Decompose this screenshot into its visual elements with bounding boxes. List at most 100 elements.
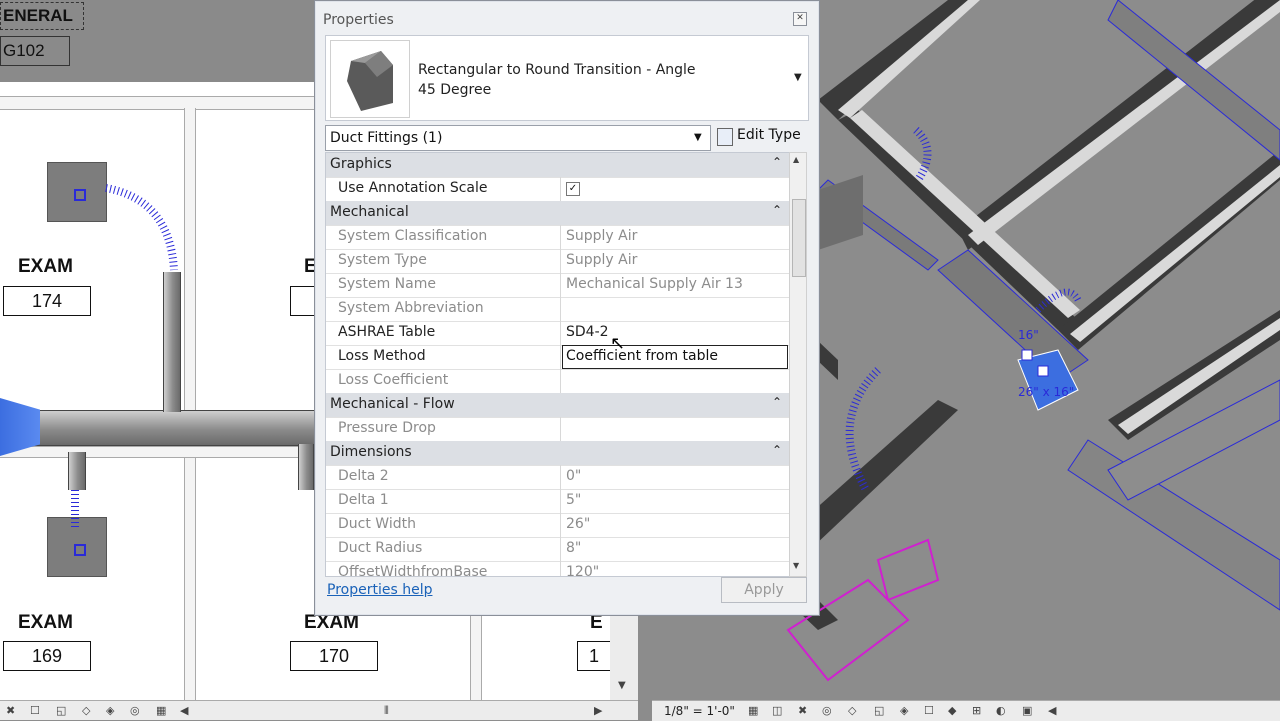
edit-type-button[interactable]: Edit Type — [715, 125, 807, 149]
apply-button[interactable]: Apply — [721, 577, 807, 603]
room-number: 1 — [577, 641, 611, 671]
scroll-thumb[interactable] — [792, 199, 806, 277]
view-control-icon[interactable]: ▣ — [1022, 704, 1032, 717]
palette-title: Properties — [323, 12, 394, 28]
type-preview-image — [330, 40, 410, 118]
type-selector[interactable]: Rectangular to Round Transition - Angle … — [325, 35, 809, 121]
view-control-icon[interactable]: ◈ — [106, 704, 114, 717]
view-control-icon[interactable]: ◱ — [56, 704, 66, 717]
view-control-icon[interactable]: ◈ — [900, 704, 908, 717]
loss-method-field[interactable]: Coefficient from table — [562, 345, 788, 369]
group-label: Graphics — [330, 156, 392, 172]
property-row: Delta 1 5" — [326, 489, 790, 514]
scroll-right-icon[interactable]: ▶ — [594, 704, 602, 717]
property-label: System Classification — [338, 228, 488, 244]
view-control-icon[interactable]: ◐ — [996, 704, 1006, 717]
view-control-icon[interactable]: ◆ — [948, 704, 956, 717]
view-control-icon[interactable]: ⊞ — [972, 704, 981, 717]
property-row[interactable]: ASHRAE Table SD4-2 — [326, 321, 790, 346]
property-label: Delta 2 — [338, 468, 389, 484]
view-control-icon[interactable]: ◎ — [130, 704, 140, 717]
ashrae-table-value[interactable]: SD4-2 — [566, 324, 609, 340]
property-row: Delta 2 0" — [326, 465, 790, 490]
view-control-icon[interactable]: ◇ — [82, 704, 90, 717]
view-control-icon[interactable]: ▦ — [156, 704, 166, 717]
view-control-icon[interactable]: ▦ — [748, 704, 758, 717]
view-control-icon[interactable]: ◇ — [848, 704, 856, 717]
property-value: 26" — [566, 516, 591, 532]
property-row: Duct Width 26" — [326, 513, 790, 538]
branch-duct[interactable] — [298, 444, 314, 490]
property-label: Duct Radius — [338, 540, 423, 556]
edit-type-icon — [717, 128, 733, 146]
collapse-icon[interactable]: ⌃ — [772, 203, 782, 217]
property-row[interactable]: Use Annotation Scale ✓ — [326, 177, 790, 202]
property-value: 0" — [566, 468, 582, 484]
collapse-icon[interactable]: ⌃ — [772, 395, 782, 409]
property-row: Pressure Drop — [326, 417, 790, 442]
view-control-icon[interactable]: ◎ — [822, 704, 832, 717]
group-graphics[interactable]: Graphics ⌃ — [326, 153, 790, 178]
property-label: Delta 1 — [338, 492, 389, 508]
view-control-icon[interactable]: ☐ — [30, 704, 40, 717]
scroll-down-icon[interactable]: ▼ — [793, 561, 799, 570]
branch-duct[interactable] — [163, 272, 181, 412]
duct-size-tag: 26" x 16" — [1018, 385, 1075, 399]
scroll-down-icon[interactable]: ▼ — [618, 680, 626, 691]
plan-view-control-bar: ✖ ☐ ◱ ◇ ◈ ◎ ▦ ◀ ⦀ ▶ — [0, 700, 638, 720]
sheet-title: ENERAL — [3, 6, 73, 25]
property-label: Use Annotation Scale — [338, 180, 488, 196]
type-name: Rectangular to Round Transition - Angle … — [418, 60, 696, 100]
use-annotation-scale-checkbox[interactable]: ✓ — [566, 182, 580, 196]
chevron-down-icon[interactable]: ▼ — [694, 132, 702, 143]
property-row[interactable]: Loss Method Coefficient from table — [326, 345, 790, 370]
group-label: Mechanical — [330, 204, 409, 220]
instance-filter-dropdown[interactable]: Duct Fittings (1) ▼ — [325, 125, 711, 151]
scroll-thumb-icon[interactable]: ⦀ — [384, 704, 389, 718]
property-label: System Abbreviation — [338, 300, 484, 316]
view-control-icon[interactable]: ☐ — [924, 704, 934, 717]
room-number: 169 — [3, 641, 91, 671]
type-variant: 45 Degree — [418, 82, 492, 98]
properties-help-link[interactable]: Properties help — [327, 582, 432, 598]
3d-view-control-bar: 1/8" = 1'-0" ▦ ◫ ✖ ◎ ◇ ◱ ◈ ☐ ◆ ⊞ ◐ ▣ ◀ — [652, 700, 1280, 721]
group-mechanical[interactable]: Mechanical ⌃ — [326, 201, 790, 226]
close-icon[interactable]: ✕ — [793, 12, 807, 26]
property-label: Loss Method — [338, 348, 426, 364]
collapse-icon[interactable]: ⌃ — [772, 443, 782, 457]
property-label: System Type — [338, 252, 427, 268]
mouse-cursor-icon: ↖ — [610, 333, 626, 354]
flex-duct[interactable] — [100, 170, 190, 280]
view-control-icon[interactable]: ◫ — [772, 704, 782, 717]
property-row: Loss Coefficient — [326, 369, 790, 394]
scroll-left-icon[interactable]: ◀ — [180, 704, 188, 717]
room-number: 174 — [3, 286, 91, 316]
view-control-icon[interactable]: ✖ — [798, 704, 807, 717]
branch-duct[interactable] — [68, 452, 86, 490]
main-supply-duct[interactable] — [0, 410, 320, 446]
properties-palette[interactable]: Properties ✕ Rectangular to Round Transi… — [314, 0, 820, 616]
group-dimensions[interactable]: Dimensions ⌃ — [326, 441, 790, 466]
scroll-left-icon[interactable]: ◀ — [1048, 704, 1056, 717]
property-value: Supply Air — [566, 252, 638, 268]
properties-scrollbar[interactable]: ▲ ▼ — [789, 152, 807, 577]
view-control-icon[interactable]: ✖ — [6, 704, 15, 717]
collapse-icon[interactable]: ⌃ — [772, 155, 782, 169]
room-name: EXAM — [18, 256, 73, 277]
property-value: 8" — [566, 540, 582, 556]
chevron-down-icon[interactable]: ▼ — [794, 72, 802, 83]
property-row: OffsetWidthfromBase 120" — [326, 561, 790, 576]
scroll-up-icon[interactable]: ▲ — [793, 155, 799, 164]
sheet-title-box: ENERAL — [0, 2, 84, 30]
wall — [470, 614, 482, 700]
view-control-icon[interactable]: ◱ — [874, 704, 884, 717]
air-terminal-diffuser[interactable] — [47, 162, 107, 222]
family-name: Rectangular to Round Transition - Angle — [418, 62, 696, 78]
edit-type-label: Edit Type — [737, 127, 801, 143]
property-label: ASHRAE Table — [338, 324, 436, 340]
group-mechanical-flow[interactable]: Mechanical - Flow ⌃ — [326, 393, 790, 418]
view-scale[interactable]: 1/8" = 1'-0" — [664, 704, 735, 718]
room-name: EXAM — [18, 612, 73, 633]
properties-grid[interactable]: Graphics ⌃ Use Annotation Scale ✓ Mechan… — [325, 152, 791, 577]
property-row: System Type Supply Air — [326, 249, 790, 274]
